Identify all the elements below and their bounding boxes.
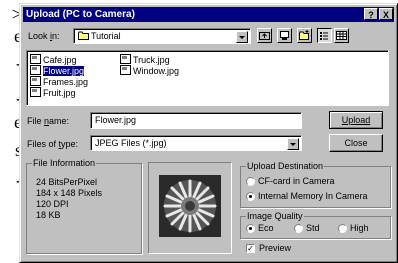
filetype-label-pre: Files of [27,139,59,149]
preview-pane [148,162,232,254]
up-folder-icon [259,32,270,40]
file-name: Frames.jpg [43,77,89,87]
lookin-label: Look in: [28,31,60,42]
jpg-file-icon [30,54,41,64]
filename-label-post: ame: [49,116,70,126]
internal-memory-label: Internal Memory In Camera [258,191,368,201]
upload-dialog: Upload (PC to Camera) ? X Look in: Tutor… [19,3,398,263]
file-name: Fruit.jpg [43,88,76,98]
filetype-label: Files of type: [27,139,78,150]
jpg-file-icon [30,76,41,86]
cf-card-label: CF-card in Camera [258,176,335,186]
jpg-file-icon [30,87,41,97]
internal-memory-radio[interactable] [246,192,255,201]
lookin-value-wrap: Tutorial [78,31,121,41]
file-information-group: File Information 24 BitsPerPixel 184 x 1… [26,158,142,254]
quality-high-label: High [350,223,369,233]
close-dialog-button[interactable]: Close [329,134,383,152]
jpg-file-icon [120,65,131,75]
filetype-label-post: ype: [61,139,79,149]
up-folder-button[interactable] [257,28,272,43]
title-bar: Upload (PC to Camera) ? X [23,7,394,22]
file-info-dpi: 120 DPI [36,199,69,209]
folder-icon [78,31,89,40]
filename-input[interactable]: Flower.jpg [90,112,302,129]
filetype-value: JPEG Files (*.jpg) [95,138,167,148]
filetype-dropdown-arrow[interactable] [287,138,299,150]
jpg-file-icon [120,54,131,64]
lookin-label-pre: Look [28,31,51,41]
lookin-value: Tutorial [91,31,121,41]
file-name: Window.jpg [133,66,180,76]
file-name: Flower.jpg [43,66,85,76]
file-list[interactable]: Cafe.jpg Flower.jpg Frames.jpg Fruit.jpg… [26,50,389,106]
quality-high-radio[interactable] [338,224,347,233]
file-info-size: 18 KB [36,210,61,220]
help-button[interactable]: ? [364,8,378,20]
close-button-label: Close [344,138,368,148]
upload-destination-group: Upload Destination CF-card in Camera Int… [240,161,391,208]
cf-card-radio[interactable] [246,177,255,186]
preview-checkbox-label: Preview [259,243,292,253]
lookin-label-post: n: [52,31,60,41]
filename-value: Flower.jpg [95,115,137,125]
image-quality-group: Image Quality Eco Std High [240,211,391,239]
new-folder-icon [299,30,309,40]
quality-std-label: Std [306,223,320,233]
file-info-pixels: 184 x 148 Pixels [36,188,103,198]
filename-label: File name: [27,116,69,127]
filetype-combo[interactable]: JPEG Files (*.jpg) [90,135,302,151]
filename-label-pre: File [27,116,45,126]
details-view-icon [336,31,347,40]
file-name: Truck.jpg [133,55,170,65]
jpg-file-icon [30,65,41,75]
details-view-button[interactable] [334,28,349,43]
file-item-window[interactable]: Window.jpg [120,65,179,77]
file-item-fruit[interactable]: Fruit.jpg [30,87,76,99]
lookin-combo[interactable]: Tutorial [73,28,251,44]
file-information-title: File Information [32,158,97,169]
upload-button[interactable]: Upload [329,111,383,129]
quality-std-radio[interactable] [294,224,303,233]
upload-destination-title: Upload Destination [246,161,325,172]
desktop-icon [280,31,289,40]
close-button[interactable]: X [379,8,393,20]
file-info-bits: 24 BitsPerPixel [36,177,98,187]
file-name: Cafe.jpg [43,55,77,65]
preview-checkbox[interactable]: ✓ [246,244,255,253]
list-view-icon [320,32,328,40]
desktop-button[interactable] [277,28,292,43]
flower-preview-image [159,175,221,237]
lookin-dropdown-arrow[interactable] [236,31,248,43]
window-title: Upload (PC to Camera) [26,9,135,20]
new-folder-button[interactable] [297,28,312,43]
quality-eco-label: Eco [258,223,274,233]
image-quality-title: Image Quality [246,211,304,222]
quality-eco-radio[interactable] [246,224,255,233]
upload-button-label: Upload [341,115,371,125]
list-view-button[interactable] [317,28,332,43]
